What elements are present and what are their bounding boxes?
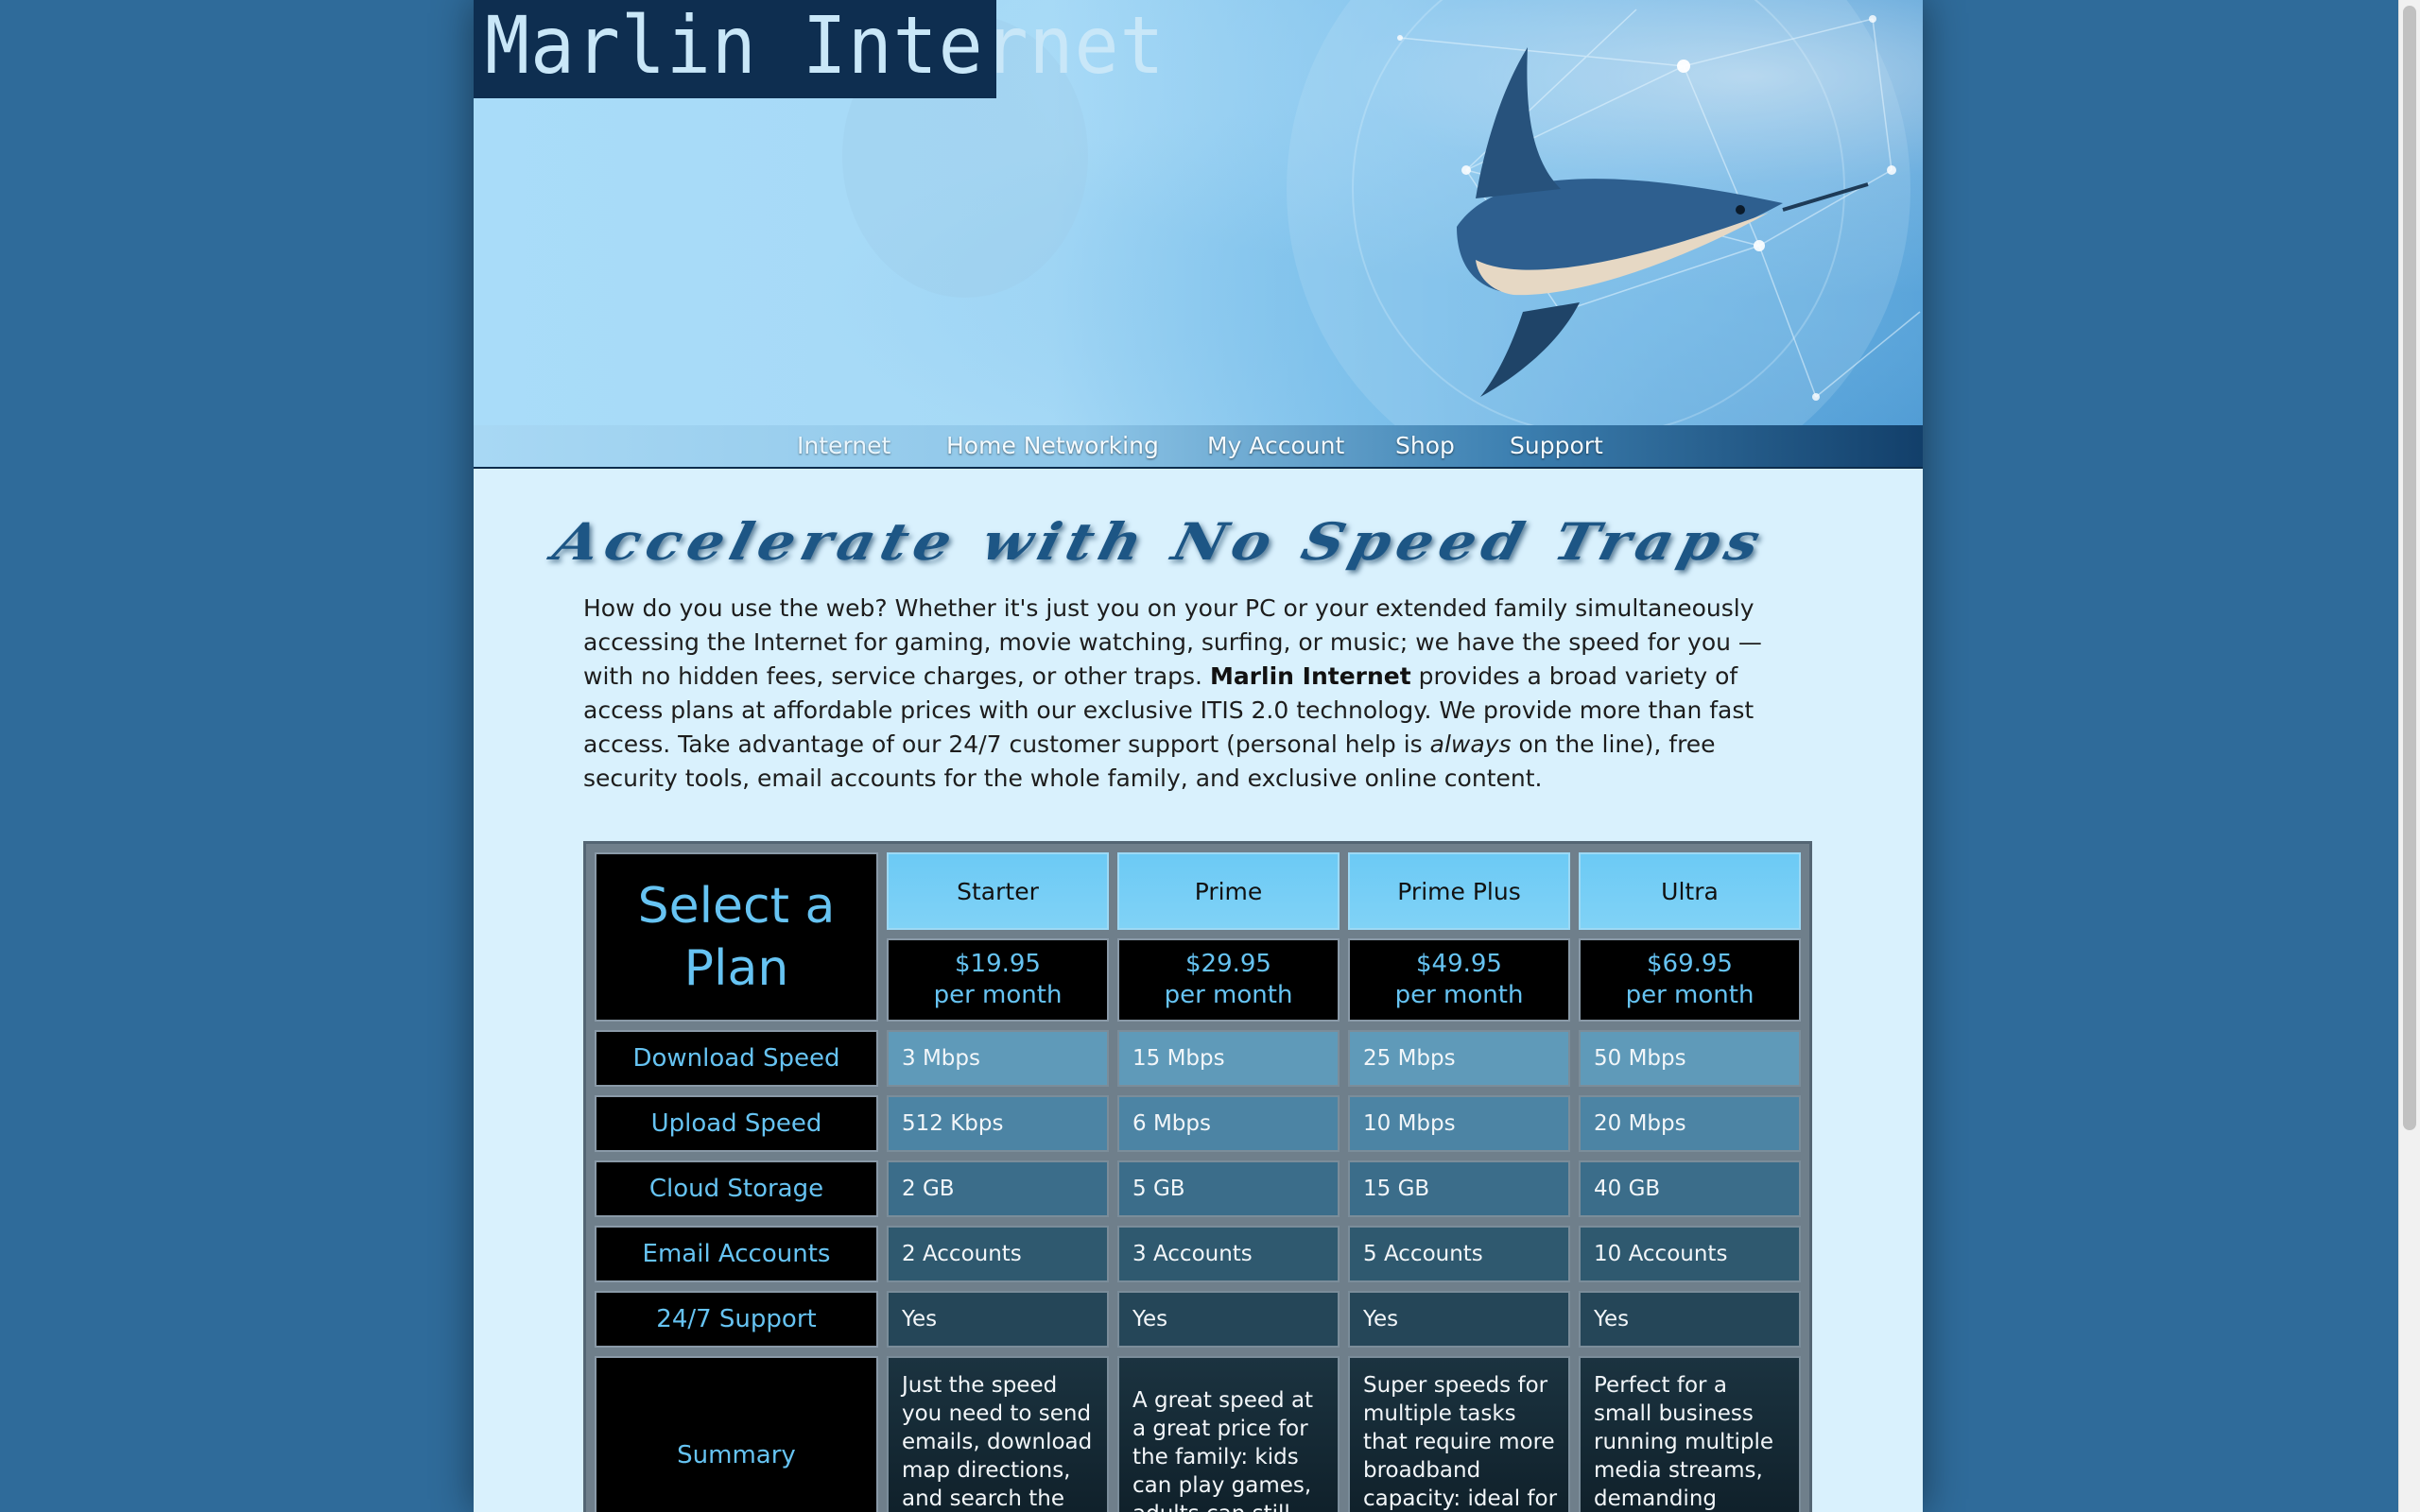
nav-item-home-networking[interactable]: Home Networking — [946, 425, 1159, 467]
page-scrollbar[interactable] — [2398, 0, 2420, 1512]
table-cell: 15 GB — [1348, 1160, 1570, 1217]
page-headline: Accelerate with No Speed Traps — [547, 511, 1772, 572]
price-period: per month — [1625, 981, 1754, 1009]
row-label-cloud-storage: Cloud Storage — [595, 1160, 878, 1217]
logo-text: Marlin Internet — [485, 0, 1166, 92]
intro-paragraph: How do you use the web? Whether it's jus… — [583, 592, 1812, 796]
table-cell: 5 GB — [1117, 1160, 1340, 1217]
table-cell: 20 Mbps — [1579, 1095, 1801, 1152]
summary-cell-starter: Just the speed you need to send emails, … — [887, 1356, 1109, 1512]
nav-item-shop[interactable]: Shop — [1395, 425, 1455, 467]
plan-price-starter: $19.95 per month — [887, 938, 1109, 1022]
table-cell: 3 Mbps — [887, 1030, 1109, 1087]
row-label-summary: Summary — [595, 1356, 878, 1512]
plan-price-prime: $29.95 per month — [1117, 938, 1340, 1022]
price-value: $49.95 — [1416, 950, 1502, 978]
table-cell: 25 Mbps — [1348, 1030, 1570, 1087]
nav-item-support[interactable]: Support — [1510, 425, 1603, 467]
table-cell: 5 Accounts — [1348, 1226, 1570, 1282]
table-cell: 50 Mbps — [1579, 1030, 1801, 1087]
plan-price-ultra: $69.95 per month — [1579, 938, 1801, 1022]
table-cell: 2 GB — [887, 1160, 1109, 1217]
table-cell: Yes — [1579, 1291, 1801, 1348]
table-cell: Yes — [1348, 1291, 1570, 1348]
table-row: 24/7 Support Yes Yes Yes Yes — [595, 1291, 1801, 1348]
table-row: Email Accounts 2 Accounts 3 Accounts 5 A… — [595, 1226, 1801, 1282]
price-period: per month — [933, 981, 1063, 1009]
intro-brand: Marlin Internet — [1209, 662, 1411, 690]
header-banner: Marlin Internet — [474, 0, 1923, 425]
plan-name-prime-plus[interactable]: Prime Plus — [1348, 852, 1570, 930]
select-plan-heading: Select a Plan — [595, 852, 878, 1022]
table-cell: Yes — [887, 1291, 1109, 1348]
row-label-download-speed: Download Speed — [595, 1030, 878, 1087]
row-label-support: 24/7 Support — [595, 1291, 878, 1348]
scrollbar-thumb[interactable] — [2403, 6, 2416, 1130]
table-cell: 3 Accounts — [1117, 1226, 1340, 1282]
plan-name-row: Select a Plan Starter Prime Prime Plus U… — [595, 852, 1801, 1022]
nav-item-internet[interactable]: Internet — [797, 425, 890, 467]
summary-cell-prime: A great speed at a great price for the f… — [1117, 1356, 1340, 1512]
plan-name-ultra[interactable]: Ultra — [1579, 852, 1801, 930]
table-cell: 40 GB — [1579, 1160, 1801, 1217]
intro-emphasis: always — [1429, 730, 1512, 758]
table-row: Download Speed 3 Mbps 15 Mbps 25 Mbps 50… — [595, 1030, 1801, 1087]
main-nav: Internet Home Networking My Account Shop… — [474, 425, 1923, 469]
table-cell: 6 Mbps — [1117, 1095, 1340, 1152]
table-cell: 10 Mbps — [1348, 1095, 1570, 1152]
price-period: per month — [1394, 981, 1524, 1009]
plan-name-starter[interactable]: Starter — [887, 852, 1109, 930]
price-value: $19.95 — [955, 950, 1041, 978]
summary-cell-prime-plus: Super speeds for multiple tasks that req… — [1348, 1356, 1570, 1512]
summary-row: Summary Just the speed you need to send … — [595, 1356, 1801, 1512]
logo[interactable]: Marlin Internet — [474, 0, 1165, 98]
plan-name-prime[interactable]: Prime — [1117, 852, 1340, 930]
price-value: $69.95 — [1647, 950, 1733, 978]
plan-comparison-table: Select a Plan Starter Prime Prime Plus U… — [583, 841, 1812, 1512]
row-label-email-accounts: Email Accounts — [595, 1226, 878, 1282]
nav-item-my-account[interactable]: My Account — [1207, 425, 1344, 467]
row-label-upload-speed: Upload Speed — [595, 1095, 878, 1152]
plan-price-prime-plus: $49.95 per month — [1348, 938, 1570, 1022]
table-cell: 2 Accounts — [887, 1226, 1109, 1282]
table-row: Cloud Storage 2 GB 5 GB 15 GB 40 GB — [595, 1160, 1801, 1217]
summary-cell-ultra: Perfect for a small business running mul… — [1579, 1356, 1801, 1512]
price-period: per month — [1164, 981, 1293, 1009]
table-cell: 15 Mbps — [1117, 1030, 1340, 1087]
table-cell: 512 Kbps — [887, 1095, 1109, 1152]
table-cell: Yes — [1117, 1291, 1340, 1348]
price-value: $29.95 — [1185, 950, 1271, 978]
table-row: Upload Speed 512 Kbps 6 Mbps 10 Mbps 20 … — [595, 1095, 1801, 1152]
table-cell: 10 Accounts — [1579, 1226, 1801, 1282]
page-container: Marlin Internet Internet Home Networking… — [474, 0, 1923, 1512]
